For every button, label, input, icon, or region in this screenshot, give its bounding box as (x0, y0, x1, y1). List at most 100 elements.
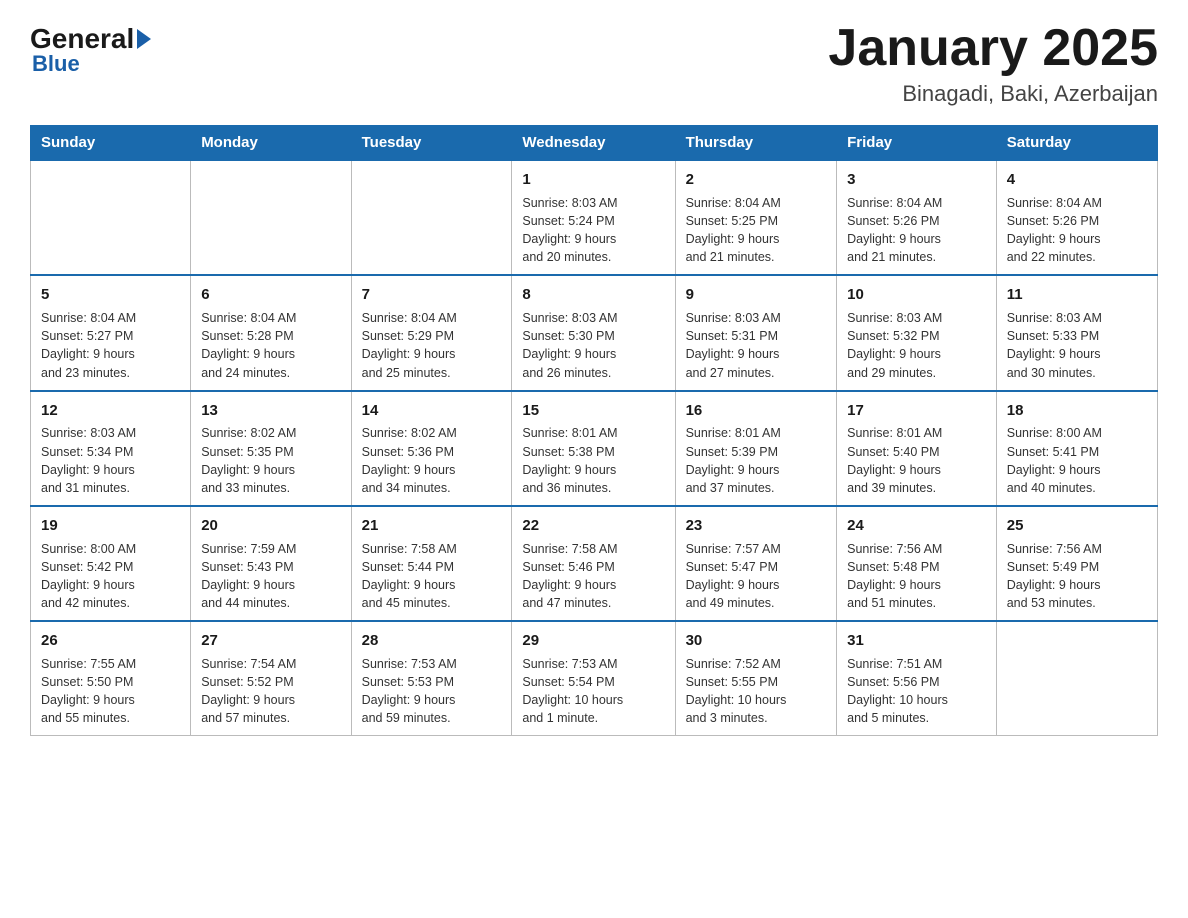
day-info-line: Sunset: 5:27 PM (41, 327, 180, 345)
day-info-line: and 3 minutes. (686, 709, 827, 727)
day-info-line: Sunset: 5:42 PM (41, 558, 180, 576)
logo-blue-text: Blue (32, 51, 80, 77)
day-info-line: Daylight: 9 hours (522, 461, 664, 479)
day-number: 18 (1007, 400, 1147, 422)
day-info-line: Sunrise: 8:00 AM (1007, 424, 1147, 442)
calendar-cell: 10Sunrise: 8:03 AMSunset: 5:32 PMDayligh… (837, 275, 997, 390)
day-info-line: Sunrise: 7:51 AM (847, 655, 986, 673)
day-number: 23 (686, 515, 827, 537)
day-number: 19 (41, 515, 180, 537)
day-info-line: Sunrise: 8:04 AM (201, 309, 340, 327)
logo-general: General (30, 25, 153, 53)
day-info-line: Sunset: 5:39 PM (686, 443, 827, 461)
day-info-line: Sunrise: 7:55 AM (41, 655, 180, 673)
col-header-thursday: Thursday (675, 126, 837, 161)
day-info-line: Daylight: 9 hours (686, 576, 827, 594)
day-info-line: Daylight: 9 hours (201, 691, 340, 709)
day-number: 8 (522, 284, 664, 306)
day-info-line: Sunset: 5:28 PM (201, 327, 340, 345)
day-info-line: and 29 minutes. (847, 364, 986, 382)
calendar-cell: 24Sunrise: 7:56 AMSunset: 5:48 PMDayligh… (837, 506, 997, 621)
col-header-wednesday: Wednesday (512, 126, 675, 161)
day-number: 10 (847, 284, 986, 306)
day-number: 3 (847, 169, 986, 191)
day-info-line: Sunset: 5:38 PM (522, 443, 664, 461)
day-info-line: Sunrise: 8:03 AM (1007, 309, 1147, 327)
calendar-cell: 28Sunrise: 7:53 AMSunset: 5:53 PMDayligh… (351, 621, 512, 736)
day-info-line: Sunrise: 8:02 AM (201, 424, 340, 442)
day-info-line: Sunrise: 7:54 AM (201, 655, 340, 673)
calendar-cell: 25Sunrise: 7:56 AMSunset: 5:49 PMDayligh… (996, 506, 1157, 621)
day-info-line: Sunset: 5:32 PM (847, 327, 986, 345)
day-info-line: Sunrise: 8:03 AM (41, 424, 180, 442)
day-number: 11 (1007, 284, 1147, 306)
day-info-line: Sunrise: 7:57 AM (686, 540, 827, 558)
day-info-line: Sunrise: 7:53 AM (362, 655, 502, 673)
day-info-line: Daylight: 9 hours (201, 461, 340, 479)
day-info-line: and 59 minutes. (362, 709, 502, 727)
calendar-cell: 31Sunrise: 7:51 AMSunset: 5:56 PMDayligh… (837, 621, 997, 736)
day-info-line: and 26 minutes. (522, 364, 664, 382)
day-info-line: Sunrise: 8:03 AM (522, 194, 664, 212)
day-info-line: and 22 minutes. (1007, 248, 1147, 266)
day-info-line: Sunset: 5:56 PM (847, 673, 986, 691)
day-info-line: Daylight: 9 hours (522, 576, 664, 594)
calendar-cell: 3Sunrise: 8:04 AMSunset: 5:26 PMDaylight… (837, 160, 997, 275)
day-info-line: Sunrise: 8:04 AM (1007, 194, 1147, 212)
calendar-cell: 29Sunrise: 7:53 AMSunset: 5:54 PMDayligh… (512, 621, 675, 736)
day-number: 31 (847, 630, 986, 652)
day-info-line: and 31 minutes. (41, 479, 180, 497)
day-info-line: Daylight: 9 hours (522, 345, 664, 363)
col-header-tuesday: Tuesday (351, 126, 512, 161)
calendar-cell: 9Sunrise: 8:03 AMSunset: 5:31 PMDaylight… (675, 275, 837, 390)
calendar-cell: 18Sunrise: 8:00 AMSunset: 5:41 PMDayligh… (996, 391, 1157, 506)
calendar-cell: 5Sunrise: 8:04 AMSunset: 5:27 PMDaylight… (31, 275, 191, 390)
day-info-line: and 25 minutes. (362, 364, 502, 382)
day-info-line: Sunset: 5:43 PM (201, 558, 340, 576)
day-number: 20 (201, 515, 340, 537)
calendar-cell: 17Sunrise: 8:01 AMSunset: 5:40 PMDayligh… (837, 391, 997, 506)
day-info-line: Daylight: 9 hours (41, 691, 180, 709)
day-info-line: Sunrise: 8:03 AM (522, 309, 664, 327)
day-info-line: Sunrise: 7:58 AM (522, 540, 664, 558)
calendar-cell: 30Sunrise: 7:52 AMSunset: 5:55 PMDayligh… (675, 621, 837, 736)
day-info-line: and 1 minute. (522, 709, 664, 727)
day-info-line: Sunset: 5:50 PM (41, 673, 180, 691)
calendar-cell: 19Sunrise: 8:00 AMSunset: 5:42 PMDayligh… (31, 506, 191, 621)
day-info-line: and 49 minutes. (686, 594, 827, 612)
day-info-line: Sunrise: 8:03 AM (686, 309, 827, 327)
day-info-line: Sunset: 5:53 PM (362, 673, 502, 691)
calendar-cell: 1Sunrise: 8:03 AMSunset: 5:24 PMDaylight… (512, 160, 675, 275)
calendar-cell: 13Sunrise: 8:02 AMSunset: 5:35 PMDayligh… (191, 391, 351, 506)
day-info-line: Sunset: 5:40 PM (847, 443, 986, 461)
day-info-line: and 21 minutes. (686, 248, 827, 266)
day-info-line: and 53 minutes. (1007, 594, 1147, 612)
calendar-cell (31, 160, 191, 275)
logo-arrow-icon (137, 29, 151, 49)
day-number: 7 (362, 284, 502, 306)
day-number: 24 (847, 515, 986, 537)
day-info-line: Daylight: 9 hours (362, 345, 502, 363)
day-number: 6 (201, 284, 340, 306)
day-info-line: Daylight: 9 hours (847, 576, 986, 594)
day-number: 21 (362, 515, 502, 537)
day-info-line: Daylight: 9 hours (686, 461, 827, 479)
day-number: 4 (1007, 169, 1147, 191)
day-info-line: Sunrise: 8:03 AM (847, 309, 986, 327)
day-info-line: and 5 minutes. (847, 709, 986, 727)
day-info-line: Sunset: 5:33 PM (1007, 327, 1147, 345)
week-row-3: 12Sunrise: 8:03 AMSunset: 5:34 PMDayligh… (31, 391, 1158, 506)
day-number: 1 (522, 169, 664, 191)
day-info-line: Sunrise: 8:04 AM (362, 309, 502, 327)
day-info-line: Sunrise: 7:52 AM (686, 655, 827, 673)
day-info-line: Sunset: 5:49 PM (1007, 558, 1147, 576)
calendar-table: SundayMondayTuesdayWednesdayThursdayFrid… (30, 125, 1158, 736)
day-number: 12 (41, 400, 180, 422)
day-info-line: Sunrise: 7:58 AM (362, 540, 502, 558)
day-info-line: Sunset: 5:46 PM (522, 558, 664, 576)
day-number: 17 (847, 400, 986, 422)
day-info-line: and 57 minutes. (201, 709, 340, 727)
day-number: 16 (686, 400, 827, 422)
day-info-line: and 23 minutes. (41, 364, 180, 382)
day-info-line: and 39 minutes. (847, 479, 986, 497)
